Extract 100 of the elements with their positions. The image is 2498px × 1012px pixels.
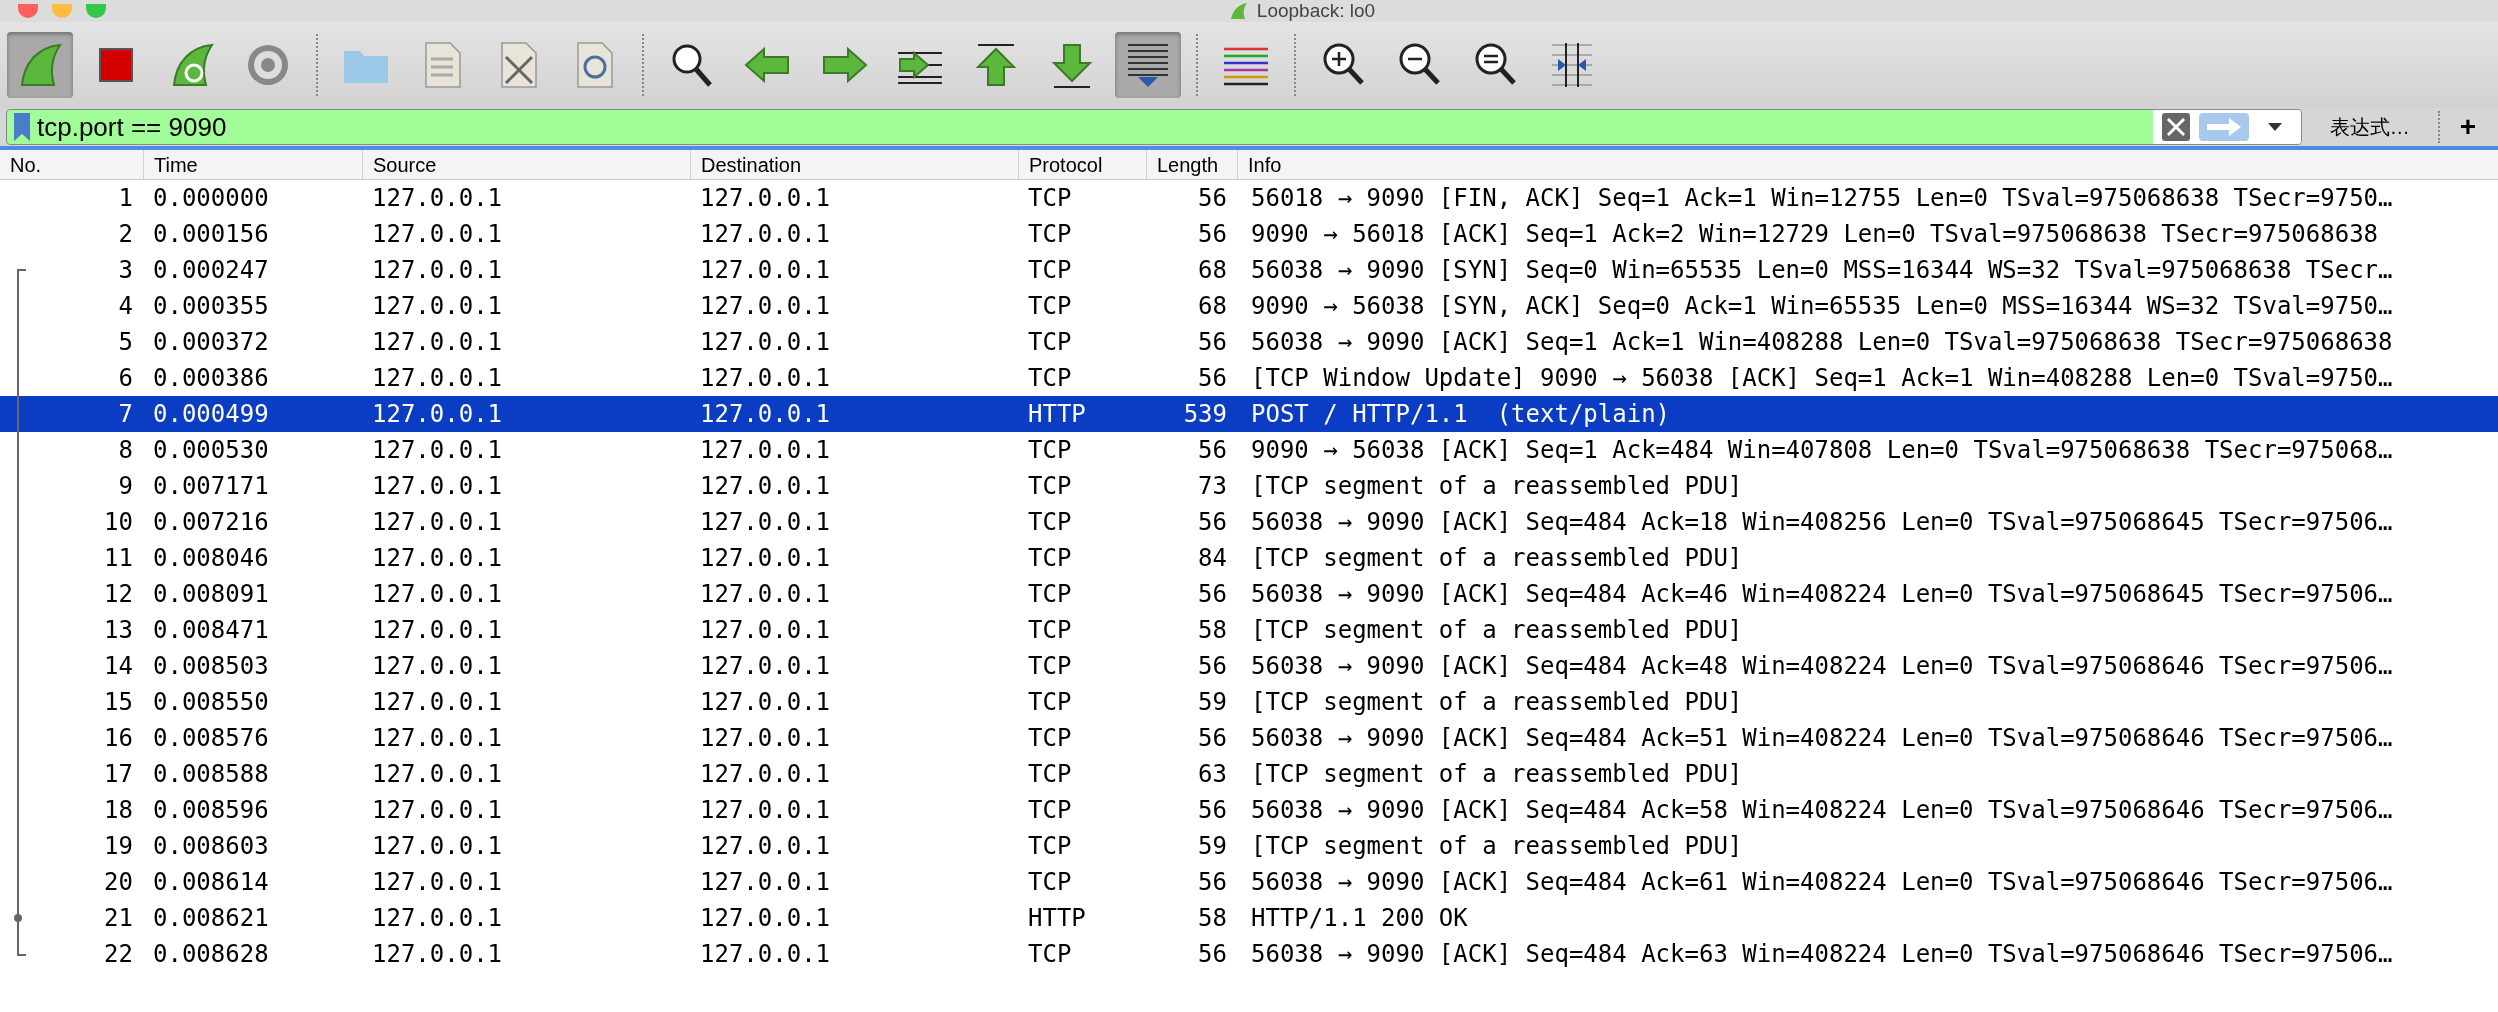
display-filter-field[interactable]: tcp.port == 9090 (6, 109, 2302, 145)
table-cell-text: 19 (103, 831, 134, 862)
table-cell-text: 59 (1197, 831, 1228, 862)
column-header[interactable]: Time (143, 150, 362, 179)
table-cell-text: 10 (103, 507, 134, 538)
table-cell-text: 56 (1197, 327, 1228, 358)
expression-button[interactable]: 表达式… (2313, 112, 2426, 142)
table-cell-text: 127.0.0.1 (699, 867, 832, 898)
table-cell-text: 56 (1197, 867, 1228, 898)
table-cell-text: 0.008503 (152, 651, 270, 682)
table-cell-text: 56 (1197, 795, 1228, 826)
table-cell-text: 56 (1197, 651, 1228, 682)
table-cell-text: 56 (1197, 579, 1228, 610)
table-cell-text: TCP (1027, 759, 1073, 790)
table-cell-text: 13 (103, 615, 134, 646)
table-cell-text: 127.0.0.1 (699, 435, 832, 466)
table-cell-text: 127.0.0.1 (699, 291, 832, 322)
add-filter-button[interactable]: + (2451, 106, 2484, 148)
table-cell-text: 0.000499 (152, 399, 270, 430)
table-cell-text: 0.000247 (152, 255, 270, 286)
table-cell-text: 56 (1197, 723, 1228, 754)
table-cell-text: 56 (1197, 507, 1228, 538)
table-cell-text: 0.000372 (152, 327, 270, 358)
table-cell-text: 56 (1197, 435, 1228, 466)
table-cell-text: 127.0.0.1 (699, 219, 832, 250)
bookmark-icon[interactable] (11, 111, 33, 143)
table-cell-text: 3 (117, 255, 134, 286)
table-cell-text: 127.0.0.1 (371, 363, 504, 394)
table-cell-text: 127.0.0.1 (371, 903, 504, 934)
table-cell-text: 127.0.0.1 (699, 255, 832, 286)
table-cell-text: 127.0.0.1 (699, 939, 832, 970)
column-header[interactable]: No. (0, 150, 143, 179)
table-cell-text: 0.008046 (152, 543, 270, 574)
table-cell-text: 1 (117, 183, 134, 214)
table-cell-text: 539 (1182, 399, 1228, 430)
table-cell-text: 56 (1197, 219, 1228, 250)
table-cell-text: 0.000000 (152, 183, 270, 214)
packet-row[interactable]: 7 0.000499 127.0.0.1 127.0.0.1 HTTP 539 POST / HTTP/1.1 (text/plain) (0, 396, 2498, 432)
table-cell-text: [TCP segment of a reassembled PDU] (1250, 615, 1744, 646)
column-header[interactable]: Length (1146, 150, 1237, 179)
table-cell-text: 127.0.0.1 (699, 471, 832, 502)
table-cell-text: 16 (103, 723, 134, 754)
table-cell-text: [TCP segment of a reassembled PDU] (1250, 543, 1744, 574)
table-cell-text: 6 (117, 363, 134, 394)
window-title: Loopback: lo0 (1256, 1, 1376, 21)
table-cell-text: HTTP (1027, 903, 1087, 934)
table-cell-text: 2 (117, 219, 134, 250)
table-cell-text: TCP (1027, 327, 1073, 358)
column-header[interactable]: Source (362, 150, 690, 179)
table-cell-text: 73 (1197, 471, 1228, 502)
column-header[interactable]: Protocol (1018, 150, 1146, 179)
table-cell-text: 18 (103, 795, 134, 826)
table-cell-text: [TCP Window Update] 9090 → 56038 [ACK] Seq=1 Ack=1 Win=408288 Len=0 TSval=9750… (1250, 363, 2394, 394)
table-cell-text: TCP (1027, 471, 1073, 502)
column-header[interactable]: Info (1237, 150, 2498, 179)
table-cell-text: 0.008621 (152, 903, 270, 934)
table-cell-text: 127.0.0.1 (371, 255, 504, 286)
table-cell-text: 56 (1197, 183, 1228, 214)
table-cell-text: 127.0.0.1 (371, 327, 504, 358)
column-header[interactable]: Destination (690, 150, 1018, 179)
table-cell-text: 56038 → 9090 [ACK] Seq=484 Ack=61 Win=408224 Len=0 TSval=975068646 TSecr=97506… (1250, 867, 2394, 898)
table-cell-text: 127.0.0.1 (699, 363, 832, 394)
table-cell-text: 127.0.0.1 (371, 291, 504, 322)
table-cell-text: [TCP segment of a reassembled PDU] (1250, 831, 1744, 862)
table-cell-text: TCP (1027, 651, 1073, 682)
shark-fin-icon (1228, 2, 1249, 20)
table-cell-text: HTTP/1.1 200 OK (1250, 903, 1469, 934)
clear-icon[interactable] (2160, 112, 2191, 142)
table-cell-text: 127.0.0.1 (699, 507, 832, 538)
table-cell-text: TCP (1027, 939, 1073, 970)
table-cell-text: 127.0.0.1 (699, 651, 832, 682)
table-cell-text: 0.008628 (152, 939, 270, 970)
table-cell-text: 56038 → 9090 [ACK] Seq=1 Ack=1 Win=408288 Len=0 TSval=975068638 TSecr=975068638 (1250, 327, 2394, 358)
table-cell-text: TCP (1027, 507, 1073, 538)
table-cell-text: 127.0.0.1 (371, 219, 504, 250)
filter-text: tcp.port == 9090 (37, 110, 228, 144)
table-cell-text: 0.008596 (152, 795, 270, 826)
table-cell-text: 127.0.0.1 (699, 327, 832, 358)
table-cell-text: TCP (1027, 867, 1073, 898)
table-cell-text: 4 (117, 291, 134, 322)
close-window-button[interactable] (18, 4, 38, 18)
table-cell-text: 56038 → 9090 [ACK] Seq=484 Ack=18 Win=408256 Len=0 TSval=975068645 TSecr=97506… (1250, 507, 2394, 538)
table-cell-text: 5 (117, 327, 134, 358)
table-cell-text: 127.0.0.1 (699, 759, 832, 790)
table-cell-text: TCP (1027, 363, 1073, 394)
table-cell-text: 56038 → 9090 [ACK] Seq=484 Ack=48 Win=408224 Len=0 TSval=975068646 TSecr=97506… (1250, 651, 2394, 682)
table-cell-text: 127.0.0.1 (699, 399, 832, 430)
table-cell-text: TCP (1027, 687, 1073, 718)
table-cell-text: 0.000355 (152, 291, 270, 322)
table-cell-text: 127.0.0.1 (371, 399, 504, 430)
table-cell-text: 127.0.0.1 (371, 795, 504, 826)
table-cell-text: 56038 → 9090 [ACK] Seq=484 Ack=63 Win=408224 Len=0 TSval=975068646 TSecr=97506… (1250, 939, 2394, 970)
table-cell-text: TCP (1027, 435, 1073, 466)
table-cell-text: 56038 → 9090 [ACK] Seq=484 Ack=58 Win=408224 Len=0 TSval=975068646 TSecr=97506… (1250, 795, 2394, 826)
table-cell-text: TCP (1027, 183, 1073, 214)
table-cell-text: [TCP segment of a reassembled PDU] (1250, 687, 1744, 718)
table-cell-text: 68 (1197, 291, 1228, 322)
table-cell-text: HTTP (1027, 399, 1087, 430)
table-cell-text: 0.008576 (152, 723, 270, 754)
table-cell-text: 0.008091 (152, 579, 270, 610)
